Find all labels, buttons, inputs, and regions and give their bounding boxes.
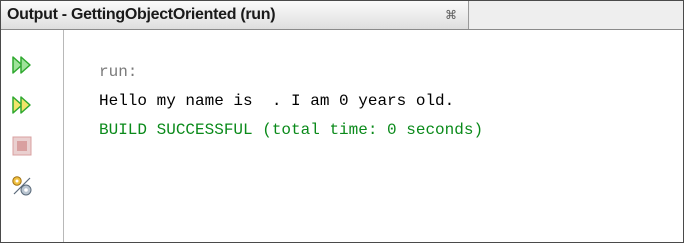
settings-icon[interactable] xyxy=(11,175,33,197)
tab-output[interactable]: Output - GettingObjectOriented (run) ⌘ xyxy=(1,1,469,29)
output-window: Output - GettingObjectOriented (run) ⌘ r… xyxy=(0,0,684,243)
tab-bar: Output - GettingObjectOriented (run) ⌘ xyxy=(1,1,683,30)
close-icon[interactable]: ⌘ xyxy=(445,9,457,21)
console-line: Hello my name is . I am 0 years old. xyxy=(99,92,455,110)
tab-title: Output - GettingObjectOriented (run) xyxy=(7,6,276,23)
console-line: run: xyxy=(99,63,138,81)
console-output[interactable]: run: Hello my name is . I am 0 years old… xyxy=(64,30,683,242)
rerun-with-options-icon[interactable] xyxy=(11,94,33,116)
output-toolbar xyxy=(1,30,64,242)
rerun-icon[interactable] xyxy=(11,54,33,76)
tab-bar-empty-area xyxy=(470,1,683,29)
stop-icon[interactable] xyxy=(11,135,33,157)
console-line-success: BUILD SUCCESSFUL (total time: 0 seconds) xyxy=(99,121,484,139)
